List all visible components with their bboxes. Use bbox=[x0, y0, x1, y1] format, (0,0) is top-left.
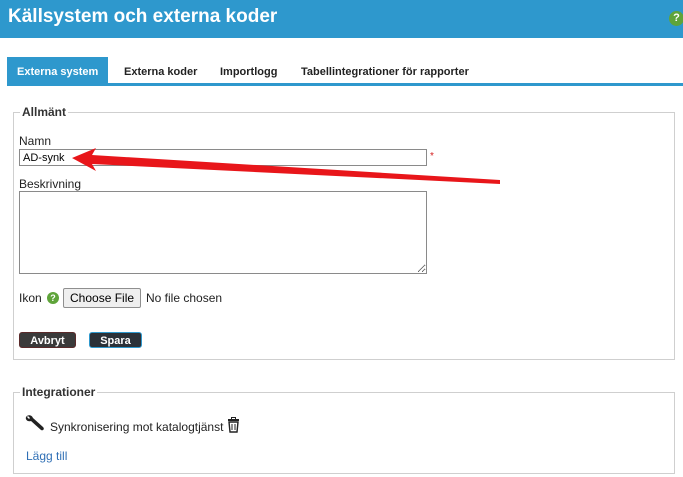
icon-label: Ikon bbox=[19, 291, 42, 305]
wrench-icon bbox=[24, 414, 46, 432]
required-marker: * bbox=[430, 151, 434, 162]
save-button[interactable]: Spara bbox=[89, 332, 142, 348]
add-integration-link[interactable]: Lägg till bbox=[26, 449, 67, 463]
header-bar: Källsystem och externa koder ? bbox=[0, 0, 683, 38]
tab-bar: Externa system Externa koder Importlogg … bbox=[0, 57, 683, 87]
integrations-legend: Integrationer bbox=[22, 385, 96, 399]
name-input[interactable] bbox=[19, 149, 427, 166]
file-status: No file chosen bbox=[146, 291, 223, 305]
tab-tabellintegrationer[interactable]: Tabellintegrationer för rapporter bbox=[301, 57, 469, 83]
tab-importlogg[interactable]: Importlogg bbox=[220, 57, 277, 83]
cancel-button[interactable]: Avbryt bbox=[19, 332, 76, 348]
tab-externa-system[interactable]: Externa system bbox=[7, 57, 109, 83]
tab-underline bbox=[7, 83, 683, 86]
name-label: Namn bbox=[19, 134, 52, 148]
general-legend: Allmänt bbox=[22, 105, 67, 119]
help-icon[interactable]: ? bbox=[669, 11, 683, 26]
description-label: Beskrivning bbox=[19, 177, 82, 191]
integration-item-label: Synkronisering mot katalogtjänst bbox=[50, 420, 224, 434]
help-icon[interactable]: ? bbox=[47, 292, 59, 304]
page-title: Källsystem och externa koder bbox=[8, 6, 278, 27]
choose-file-button[interactable]: Choose File bbox=[63, 288, 142, 308]
trash-icon[interactable] bbox=[227, 417, 240, 433]
description-textarea[interactable] bbox=[19, 191, 427, 274]
tab-externa-koder[interactable]: Externa koder bbox=[124, 57, 197, 83]
